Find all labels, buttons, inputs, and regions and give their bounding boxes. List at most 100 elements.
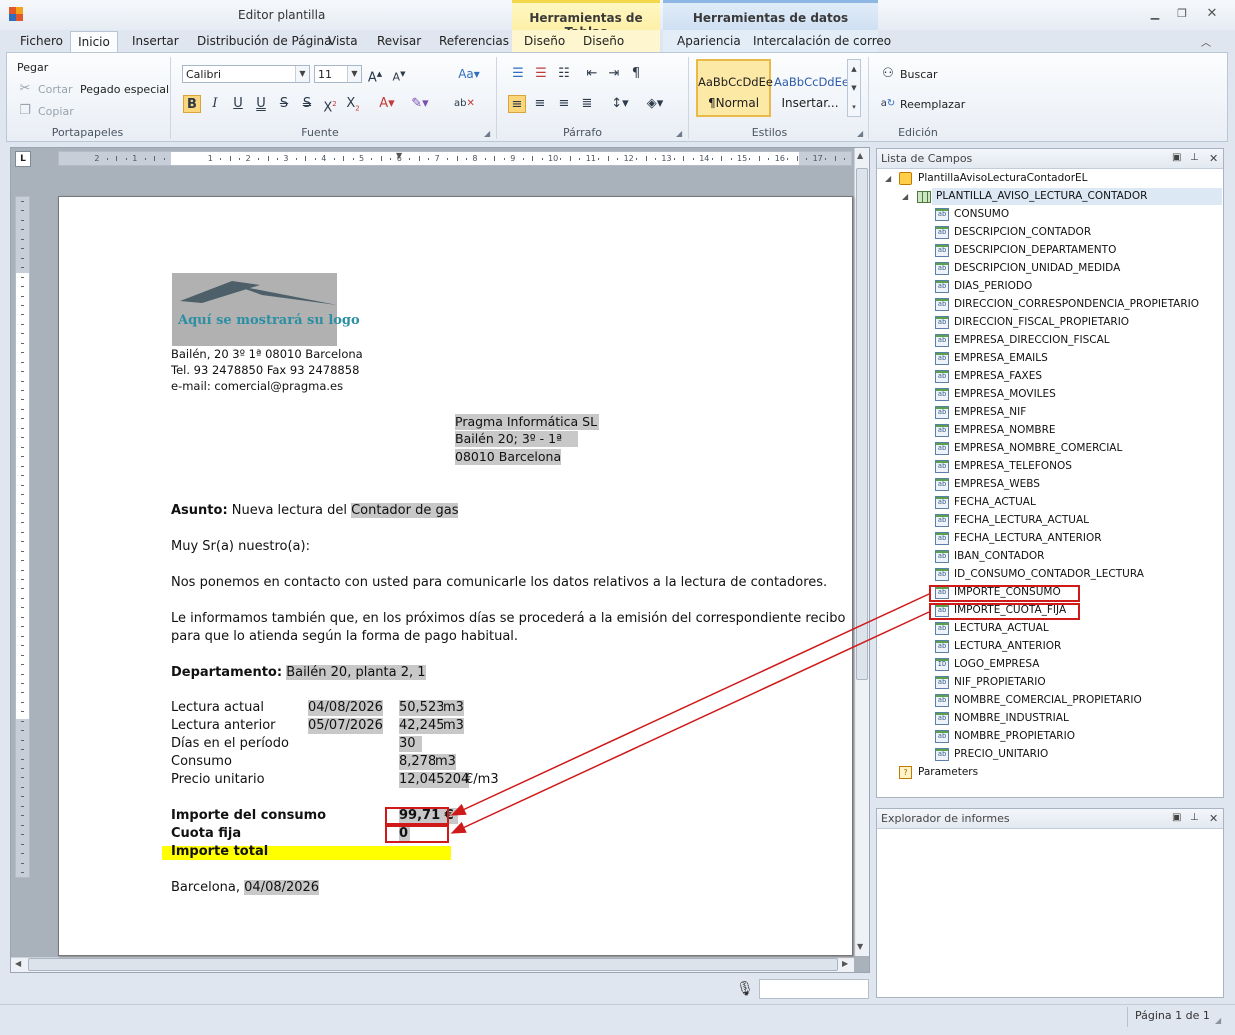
microphone-icon[interactable]: 🎙 [734,979,756,999]
styles-dialog-launcher-icon[interactable]: ◢ [857,129,863,138]
align-center-icon[interactable]: ≡ [531,95,549,113]
consumption-field[interactable]: 8,278 [399,754,437,770]
double-strikethrough-icon[interactable]: S [298,95,316,113]
field-item-nombre-industrial[interactable]: NOMBRE_INDUSTRIAL [954,710,1069,726]
change-case-icon[interactable]: Aa▾ [454,65,484,83]
copy-button[interactable]: Copiar [38,105,74,118]
field-item-empresa-direccion-fiscal[interactable]: EMPRESA_DIRECCION_FISCAL [954,332,1110,348]
field-item-direccion-correspondencia-propietario[interactable]: DIRECCION_CORRESPONDENCIA_PROPIETARIO [954,296,1199,312]
vertical-ruler[interactable] [15,196,30,878]
expand-toggle-icon[interactable]: ◢ [902,192,908,201]
field-item-fecha-actual[interactable]: FECHA_ACTUAL [954,494,1036,510]
current-reading-field[interactable]: 50,523 [399,700,445,716]
field-item-descripcion-unidad-medida[interactable]: DESCRIPCION_UNIDAD_MEDIDA [954,260,1120,276]
logo-placeholder[interactable] [172,273,337,346]
tab-distribucion-pagina[interactable]: Distribución de Página [197,34,332,48]
paste-special-button[interactable]: Pegado especial [80,83,169,96]
department-field[interactable]: Bailén 20, planta 2, 1 [286,665,426,680]
unit-field[interactable]: m3 [443,700,464,716]
unit-field[interactable]: m3 [435,754,456,770]
parameters-node[interactable]: Parameters [918,764,978,780]
panel-close-icon[interactable]: ✕ [1209,812,1218,825]
table-node[interactable]: PLANTILLA_AVISO_LECTURA_CONTADOR [936,188,1147,204]
field-item-empresa-webs[interactable]: EMPRESA_WEBS [954,476,1040,492]
font-dialog-launcher-icon[interactable]: ◢ [484,129,490,138]
recipient-name-field[interactable]: Pragma Informática SL [455,414,600,430]
unit-price-field[interactable]: 12,045204 [399,772,470,788]
current-reading-date-field[interactable]: 04/08/2026 [308,700,383,716]
field-item-empresa-faxes[interactable]: EMPRESA_FAXES [954,368,1042,384]
period-days-field[interactable]: 30 [399,736,422,752]
field-item-fecha-lectura-anterior[interactable]: FECHA_LECTURA_ANTERIOR [954,530,1102,546]
panel-pin-icon[interactable]: ⊥ [1190,152,1199,163]
field-item-fecha-lectura-actual[interactable]: FECHA_LECTURA_ACTUAL [954,512,1089,528]
restore-icon[interactable]: ❐ [1175,8,1189,20]
bullets-icon[interactable]: ☰ [509,65,527,83]
current-date-field[interactable]: 04/08/2026 [244,880,320,895]
panel-pin-icon[interactable]: ⊥ [1190,812,1199,823]
field-item-consumo[interactable]: CONSUMO [954,206,1009,222]
style-normal[interactable]: AaBbCcDdEe ¶Normal [696,59,773,117]
subscript-icon[interactable]: X2 [344,95,362,113]
scroll-left-icon[interactable]: ◀ [15,959,21,968]
tab-referencias[interactable]: Referencias [439,34,509,48]
bold-icon[interactable]: B [183,95,201,113]
align-right-icon[interactable]: ≡ [555,95,573,113]
field-item-direccion-fiscal-propietario[interactable]: DIRECCION_FISCAL_PROPIETARIO [954,314,1129,330]
paragraph-dialog-launcher-icon[interactable]: ◢ [676,129,682,138]
tab-diseno-tablas[interactable]: Diseño [524,34,565,48]
field-item-id-consumo-contador-lectura[interactable]: ID_CONSUMO_CONTADOR_LECTURA [954,566,1144,582]
panel-dock-icon[interactable]: ▣ [1172,152,1181,163]
panel-dock-icon[interactable]: ▣ [1172,812,1181,823]
field-item-nombre-propietario[interactable]: NOMBRE_PROPIETARIO [954,728,1075,744]
superscript-icon[interactable]: X2 [321,95,339,115]
field-item-nombre-comercial-propietario[interactable]: NOMBRE_COMERCIAL_PROPIETARIO [954,692,1142,708]
field-item-empresa-emails[interactable]: EMPRESA_EMAILS [954,350,1048,366]
field-item-empresa-moviles[interactable]: EMPRESA_MOVILES [954,386,1056,402]
underline-icon[interactable]: U [229,95,247,113]
cut-button[interactable]: Cortar [38,83,73,96]
decrease-indent-icon[interactable]: ⇤ [583,65,601,83]
multilevel-list-icon[interactable]: ☷ [555,65,573,83]
find-button[interactable]: Buscar [900,68,938,81]
field-item-lectura-anterior[interactable]: LECTURA_ANTERIOR [954,638,1061,654]
highlight-color-icon[interactable]: ✎▾ [405,95,435,113]
tab-revisar[interactable]: Revisar [377,34,421,48]
datasource-root[interactable]: PlantillaAvisoLecturaContadorEL [918,170,1088,186]
scroll-down-icon[interactable]: ▼ [857,942,863,951]
pilcrow-icon[interactable]: ¶ [627,65,645,83]
shading-icon[interactable]: ◈▾ [640,95,670,113]
indent-marker-icon[interactable]: ▼ [396,152,402,160]
line-spacing-icon[interactable]: ↕▾ [605,95,635,113]
tab-insertar[interactable]: Insertar [132,34,179,48]
collapse-ribbon-icon[interactable]: ︿ [1201,34,1211,49]
align-left-icon[interactable]: ≡ [508,95,526,113]
justify-icon[interactable]: ≣ [578,95,596,113]
clear-format-icon[interactable]: ab✕ [454,95,475,113]
tab-fichero[interactable]: Fichero [20,34,63,48]
numbering-icon[interactable]: ☰ [532,65,550,83]
field-item-empresa-nombre[interactable]: EMPRESA_NOMBRE [954,422,1056,438]
field-item-precio-unitario[interactable]: PRECIO_UNITARIO [954,746,1048,762]
scroll-right-icon[interactable]: ▶ [842,959,848,968]
close-icon[interactable]: ✕ [1205,7,1219,20]
horizontal-scroll-thumb[interactable] [28,958,838,971]
panel-close-icon[interactable]: ✕ [1209,152,1218,165]
expand-toggle-icon[interactable]: ◢ [885,174,891,183]
styles-gallery-scroll[interactable]: ▲ ▼ ▾ [847,59,861,117]
field-item-descripcion-contador[interactable]: DESCRIPCION_CONTADOR [954,224,1091,240]
tab-intercalacion-correo[interactable]: Intercalación de correo [753,34,891,48]
tab-apariencia[interactable]: Apariencia [677,34,741,48]
meter-description-field[interactable]: Contador de gas [351,503,459,518]
tab-stop-selector[interactable]: L [15,151,31,167]
previous-reading-date-field[interactable]: 05/07/2026 [308,718,383,734]
recipient-city-field[interactable]: 08010 Barcelona [455,449,562,465]
italic-icon[interactable]: I [206,95,224,113]
field-item-logo-empresa[interactable]: LOGO_EMPRESA [954,656,1039,672]
font-family-select[interactable]: Calibri ▼ [182,65,310,83]
field-item-empresa-nif[interactable]: EMPRESA_NIF [954,404,1026,420]
field-item-lectura-actual[interactable]: LECTURA_ACTUAL [954,620,1049,636]
field-item-iban-contador[interactable]: IBAN_CONTADOR [954,548,1044,564]
field-item-empresa-nombre-comercial[interactable]: EMPRESA_NOMBRE_COMERCIAL [954,440,1122,456]
paste-button[interactable]: Pegar [17,61,48,74]
